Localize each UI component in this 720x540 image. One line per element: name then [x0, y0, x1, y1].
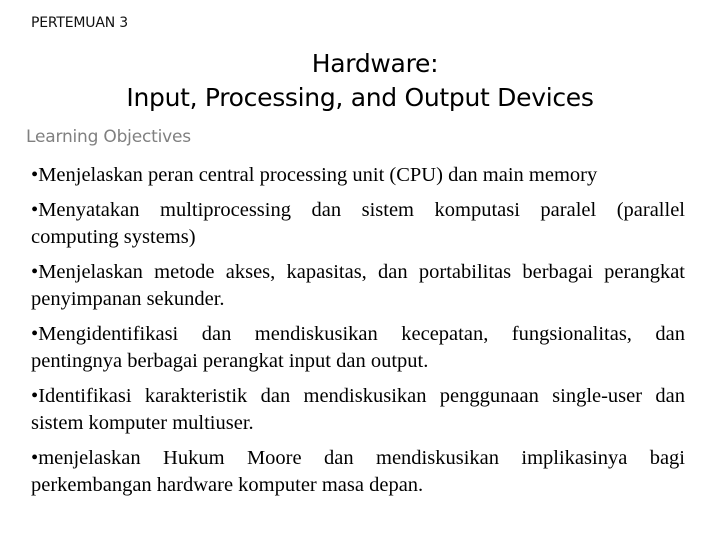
- objective-text: Identifikasi karakteristik dan mendiskus…: [31, 385, 685, 434]
- objective-item: •Identifikasi karakteristik dan mendisku…: [31, 383, 685, 437]
- objective-item: •Menjelaskan peran central processing un…: [31, 162, 685, 189]
- objective-text: Menjelaskan peran central processing uni…: [38, 164, 598, 186]
- slide-title-line-2: Input, Processing, and Output Devices: [126, 83, 594, 112]
- objective-text: Menyatakan multiprocessing dan sistem ko…: [31, 199, 685, 248]
- objective-item: •Menjelaskan metode akses, kapasitas, da…: [31, 259, 685, 313]
- meeting-label: PERTEMUAN 3: [31, 15, 128, 31]
- objective-text: menjelaskan Hukum Moore dan mendiskusika…: [31, 447, 685, 496]
- slide-title: Hardware: Input, Processing, and Output …: [0, 47, 720, 115]
- objectives-list: •Menjelaskan peran central processing un…: [31, 162, 685, 507]
- objective-text: Mengidentifikasi dan mendiskusikan kecep…: [31, 323, 685, 372]
- slide-title-line-1: Hardware:: [311, 49, 439, 78]
- objective-text: Menjelaskan metode akses, kapasitas, dan…: [31, 261, 685, 310]
- objective-item: •menjelaskan Hukum Moore dan mendiskusik…: [31, 445, 685, 499]
- objective-item: •Menyatakan multiprocessing dan sistem k…: [31, 197, 685, 251]
- section-subtitle: Learning Objectives: [26, 127, 191, 147]
- objective-item: •Mengidentifikasi dan mendiskusikan kece…: [31, 321, 685, 375]
